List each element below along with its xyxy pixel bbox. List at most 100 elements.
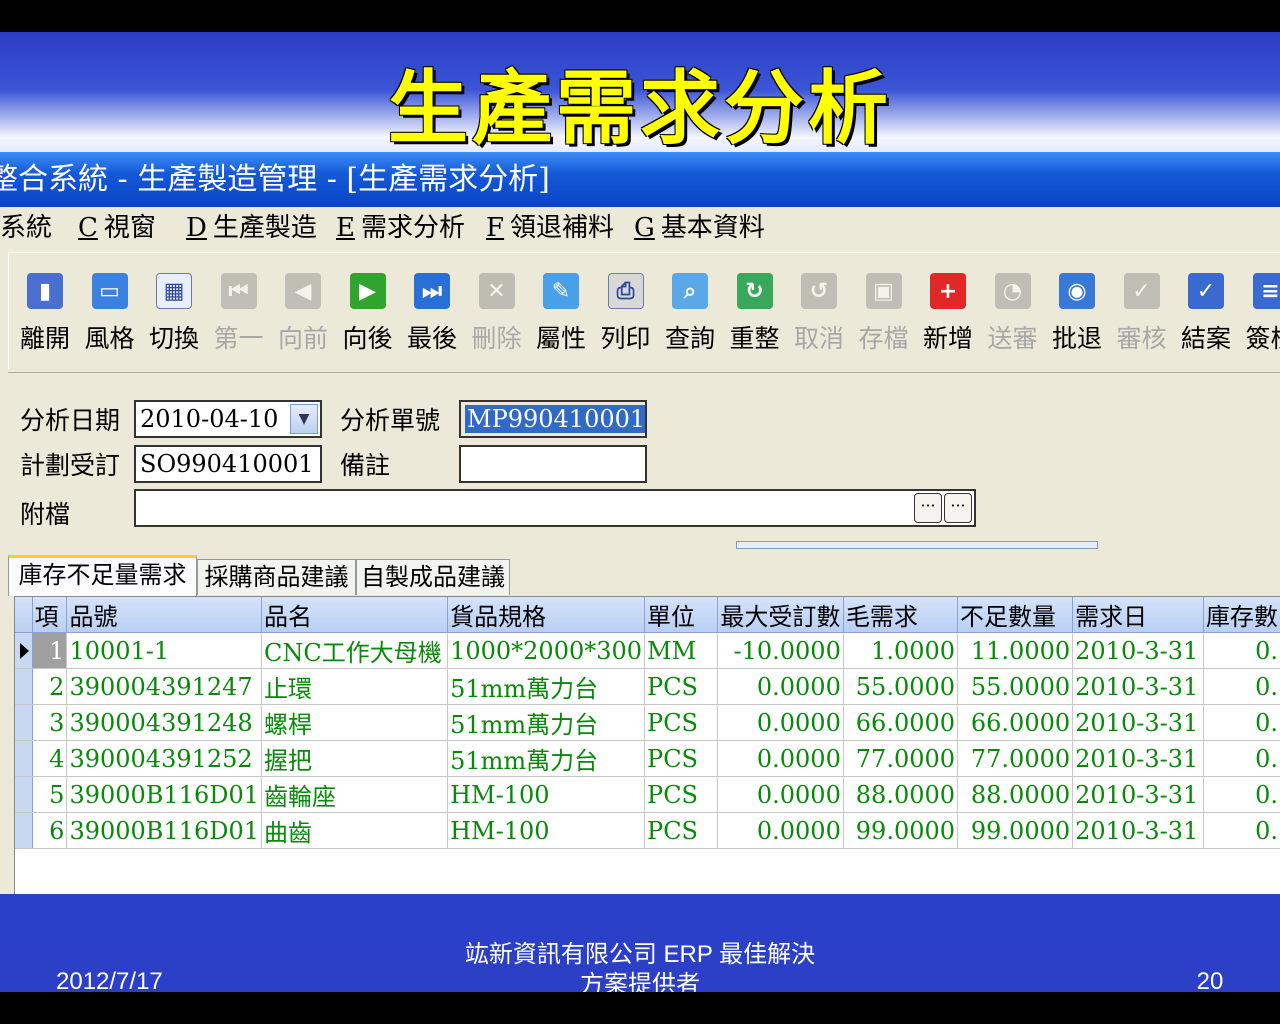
table-cell[interactable]: 齒輪座 [261, 776, 449, 813]
table-row[interactable]: 1 10001-1 CNC工作大母機 1000*2000*300 MM -10.0000 1… [15, 632, 1280, 669]
table-cell[interactable]: PCS [644, 812, 719, 849]
table-cell[interactable]: 55.0000 [843, 668, 959, 705]
detail-grid[interactable]: 項品號 品名 貨品規格 單位 最大受訂數 毛需求 不足數量 需求日 庫存數 1 10001-1 CN… [14, 596, 1280, 894]
toolbar-button-10[interactable]: ⌕ 查詢 [658, 253, 722, 369]
table-cell[interactable]: 77.0000 [957, 740, 1074, 777]
table-cell[interactable]: PCS [644, 740, 719, 777]
table-cell[interactable]: HM-100 [447, 812, 646, 849]
table-cell[interactable]: 0.0000 [717, 740, 844, 777]
table-cell[interactable]: 3 [32, 704, 68, 741]
table-row[interactable]: 4 390004391252 握把 51mm萬力台 PCS 0.0000 77.0000 77… [15, 740, 1280, 777]
table-cell[interactable]: 2010-3-31 [1072, 776, 1204, 813]
plan-order-field[interactable]: SO990410001 [134, 445, 322, 483]
column-header-4[interactable]: 單位 [644, 597, 719, 633]
table-cell[interactable]: CNC工作大母機 [261, 632, 449, 669]
toolbar-button-15[interactable]: ◔ 送審 [981, 253, 1045, 369]
row-indicator[interactable] [15, 740, 33, 777]
analysis-date-combo[interactable]: 2010-04-10 ▼ [134, 400, 322, 438]
table-cell[interactable]: 0. [1203, 704, 1280, 741]
toolbar-button-18[interactable]: ✓ 結案 [1174, 253, 1238, 369]
column-header-5[interactable]: 最大受訂數 [717, 597, 844, 633]
table-cell[interactable]: 握把 [261, 740, 449, 777]
table-cell[interactable]: 0.0000 [717, 668, 844, 705]
toolbar-button-5[interactable]: ▶ 向後 [336, 253, 400, 369]
table-cell[interactable]: 0.0000 [717, 704, 844, 741]
table-cell[interactable]: 4 [32, 740, 68, 777]
menu-item-1[interactable]: C 視窗 [78, 207, 156, 249]
table-cell[interactable]: 88.0000 [957, 776, 1074, 813]
row-indicator[interactable] [15, 776, 33, 813]
column-header-2[interactable]: 品名 [261, 597, 449, 633]
table-cell[interactable]: 39000B116D01 [66, 776, 263, 813]
menu-item-0[interactable]: B系統 [0, 207, 52, 249]
table-cell[interactable]: 0. [1203, 740, 1280, 777]
table-cell[interactable]: 66.0000 [843, 704, 959, 741]
table-cell[interactable]: PCS [644, 776, 719, 813]
row-indicator[interactable] [15, 812, 33, 849]
toolbar-button-6[interactable]: ⏭ 最後 [400, 253, 464, 369]
table-cell[interactable]: 1.0000 [843, 632, 959, 669]
table-row[interactable]: 2 390004391247 止環 51mm萬力台 PCS 0.0000 55.0000 55… [15, 668, 1280, 705]
remark-field[interactable] [459, 445, 647, 483]
toolbar-button-9[interactable]: ⎙ 列印 [594, 253, 658, 369]
row-indicator[interactable] [15, 668, 33, 705]
column-header-9[interactable]: 庫存數 [1203, 597, 1280, 633]
toolbar-button-16[interactable]: ◉ 批退 [1045, 253, 1109, 369]
panel-splitter-handle[interactable] [736, 541, 1098, 549]
table-cell[interactable]: 390004391248 [66, 704, 263, 741]
toolbar-button-1[interactable]: ▭ 風格 [78, 253, 142, 369]
table-cell[interactable]: 66.0000 [957, 704, 1074, 741]
column-header-8[interactable]: 需求日 [1072, 597, 1204, 633]
table-cell[interactable]: 0. [1203, 776, 1280, 813]
tab-1[interactable]: 採購商品建議 [197, 559, 356, 595]
menu-item-5[interactable]: G 基本資料 [634, 207, 765, 249]
table-cell[interactable]: 2010-3-31 [1072, 740, 1204, 777]
table-cell[interactable]: 0. [1203, 632, 1280, 669]
table-cell[interactable]: 390004391247 [66, 668, 263, 705]
table-cell[interactable]: 0.0000 [717, 812, 844, 849]
table-cell[interactable]: 6 [32, 812, 68, 849]
table-cell[interactable]: 88.0000 [843, 776, 959, 813]
tab-2[interactable]: 自製成品建議 [356, 559, 510, 595]
row-indicator[interactable] [15, 704, 33, 741]
toolbar-button-12[interactable]: ↺ 取消 [787, 253, 851, 369]
toolbar-button-4[interactable]: ◀ 向前 [271, 253, 335, 369]
table-row[interactable]: 5 39000B116D01 齒輪座 HM-100 PCS 0.0000 88.0000 88… [15, 776, 1280, 813]
table-cell[interactable]: 0.0000 [717, 776, 844, 813]
table-cell[interactable]: 51mm萬力台 [447, 704, 646, 741]
toolbar-button-7[interactable]: ✕ 刪除 [465, 253, 529, 369]
table-cell[interactable]: 77.0000 [843, 740, 959, 777]
column-header-6[interactable]: 毛需求 [843, 597, 959, 633]
table-cell[interactable]: 0. [1203, 812, 1280, 849]
table-row[interactable]: 6 39000B116D01 曲齒 HM-100 PCS 0.0000 99.0000 99.… [15, 812, 1280, 849]
table-cell[interactable]: 390004391252 [66, 740, 263, 777]
column-header-1[interactable]: 品號 [66, 597, 263, 633]
analysis-no-field[interactable]: MP990410001 [459, 400, 647, 438]
menu-item-3[interactable]: E 需求分析 [336, 207, 465, 249]
toolbar-button-19[interactable]: ≡ 簽核 [1239, 253, 1280, 369]
table-cell[interactable]: 2 [32, 668, 68, 705]
toolbar-button-2[interactable]: ▦ 切換 [142, 253, 206, 369]
attachment-field[interactable]: ··· ··· [134, 489, 976, 527]
toolbar-button-14[interactable]: + 新增 [916, 253, 980, 369]
table-cell[interactable]: 11.0000 [957, 632, 1074, 669]
open-attachment-button[interactable]: ··· [944, 493, 972, 523]
table-cell[interactable]: PCS [644, 668, 719, 705]
column-header-7[interactable]: 不足數量 [957, 597, 1074, 633]
toolbar-button-3[interactable]: ⏮ 第一 [207, 253, 271, 369]
table-cell[interactable]: HM-100 [447, 776, 646, 813]
browse-button[interactable]: ··· [914, 493, 942, 523]
table-cell[interactable]: 螺桿 [261, 704, 449, 741]
table-cell[interactable]: 止環 [261, 668, 449, 705]
toolbar-button-11[interactable]: ↻ 重整 [723, 253, 787, 369]
toolbar-button-8[interactable]: ✎ 屬性 [529, 253, 593, 369]
tab-0[interactable]: 庫存不足量需求 [8, 555, 197, 596]
table-cell[interactable]: 2010-3-31 [1072, 812, 1204, 849]
table-cell[interactable]: 55.0000 [957, 668, 1074, 705]
column-header-0[interactable]: 項 [32, 597, 68, 633]
table-cell[interactable]: -10.0000 [717, 632, 844, 669]
table-cell[interactable]: 39000B116D01 [66, 812, 263, 849]
table-row[interactable]: 3 390004391248 螺桿 51mm萬力台 PCS 0.0000 66.0000 66… [15, 704, 1280, 741]
table-cell[interactable]: 1 [32, 632, 68, 669]
table-cell[interactable]: 1000*2000*300 [447, 632, 646, 669]
